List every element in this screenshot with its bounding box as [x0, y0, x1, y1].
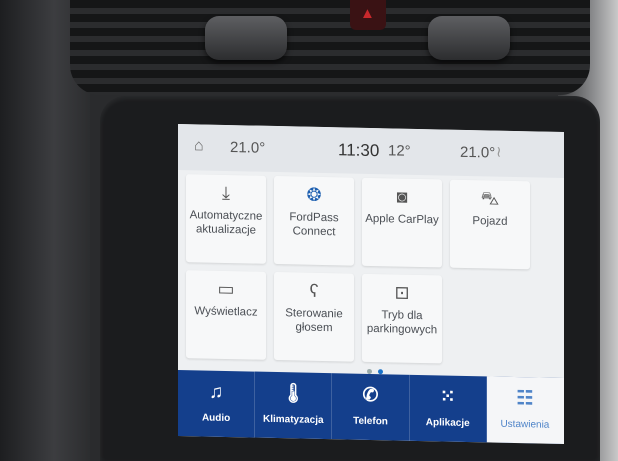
nav-settings[interactable]: ☷ Ustawienia — [486, 376, 564, 445]
nav-climate[interactable]: 🌡︎ Klimatyzacja — [255, 371, 333, 440]
nav-label: Klimatyzacja — [263, 413, 324, 427]
tile-apple-carplay[interactable]: ◙ Apple CarPlay — [362, 177, 442, 268]
apps-grid-icon: ⁙ — [439, 386, 456, 408]
infotainment-screen: ⌂ 21.0° 11:30 12° 21.0° ≀ ⤓ Automatyczne… — [178, 123, 564, 445]
display-icon: ▭ — [217, 278, 235, 300]
seat-heat-icon: ≀ — [496, 143, 502, 161]
tile-label: Pojazd — [472, 215, 508, 228]
bottom-nav-bar: ♫ Audio 🌡︎ Klimatyzacja ✆ Telefon ⁙ Apli… — [178, 369, 564, 445]
settings-sliders-icon: ☷ — [516, 388, 534, 410]
tile-label: Wyświetlacz — [194, 305, 258, 319]
tile-label: Apple CarPlay — [365, 212, 439, 227]
fordpass-logo-icon: ❂ — [306, 184, 322, 205]
car-icon: ⛍ — [480, 188, 500, 209]
nav-label: Ustawienia — [500, 418, 550, 431]
vent-knob-right — [428, 16, 510, 60]
settings-grid: ⤓ Automatyczne aktualizacje ❂ FordPass C… — [186, 174, 564, 372]
outside-temperature: 12° — [388, 142, 411, 160]
nav-label: Aplikacje — [425, 417, 470, 430]
tile-valet-mode[interactable]: ⊡ Tryb dla parkingowych — [362, 273, 442, 364]
air-vent — [70, 0, 590, 95]
tile-vehicle[interactable]: ⛍ Pojazd — [450, 179, 530, 270]
thermometer-icon: 🌡︎ — [281, 383, 306, 405]
tile-label: Tryb dla parkingowych — [366, 309, 438, 337]
nav-apps[interactable]: ⁙ Aplikacje — [409, 374, 487, 443]
tile-automatic-updates[interactable]: ⤓ Automatyczne aktualizacje — [186, 174, 266, 264]
hazard-button[interactable]: ▲ — [350, 0, 386, 30]
driver-temperature: 21.0° — [230, 139, 266, 157]
tile-voice-control[interactable]: ʕ Sterowanie głosem — [274, 271, 354, 362]
nav-phone[interactable]: ✆ Telefon — [332, 373, 410, 441]
phone-icon: ✆ — [362, 384, 379, 407]
carplay-icon: ◙ — [396, 186, 408, 207]
tile-label: Automatyczne aktualizacje — [189, 209, 263, 237]
tile-display[interactable]: ▭ Wyświetlacz — [186, 270, 266, 360]
nav-label: Audio — [201, 412, 231, 425]
valet-lock-icon: ⊡ — [394, 282, 410, 303]
status-bar: ⌂ 21.0° 11:30 12° 21.0° ≀ — [178, 123, 564, 179]
nav-audio[interactable]: ♫ Audio — [178, 369, 256, 438]
download-icon: ⤓ — [222, 182, 230, 204]
clock: 11:30 — [338, 140, 380, 161]
tile-label: FordPass Connect — [289, 211, 339, 239]
vent-knob-left — [205, 16, 287, 60]
tile-label: Sterowanie głosem — [285, 307, 343, 335]
tile-fordpass-connect[interactable]: ❂ FordPass Connect — [274, 175, 354, 266]
hazard-triangle-icon: ▲ — [360, 5, 375, 22]
nav-label: Telefon — [353, 415, 388, 428]
home-icon[interactable]: ⌂ — [194, 137, 204, 155]
voice-icon: ʕ — [309, 280, 319, 301]
music-note-icon: ♫ — [208, 381, 224, 403]
passenger-temperature: 21.0° — [460, 143, 496, 162]
